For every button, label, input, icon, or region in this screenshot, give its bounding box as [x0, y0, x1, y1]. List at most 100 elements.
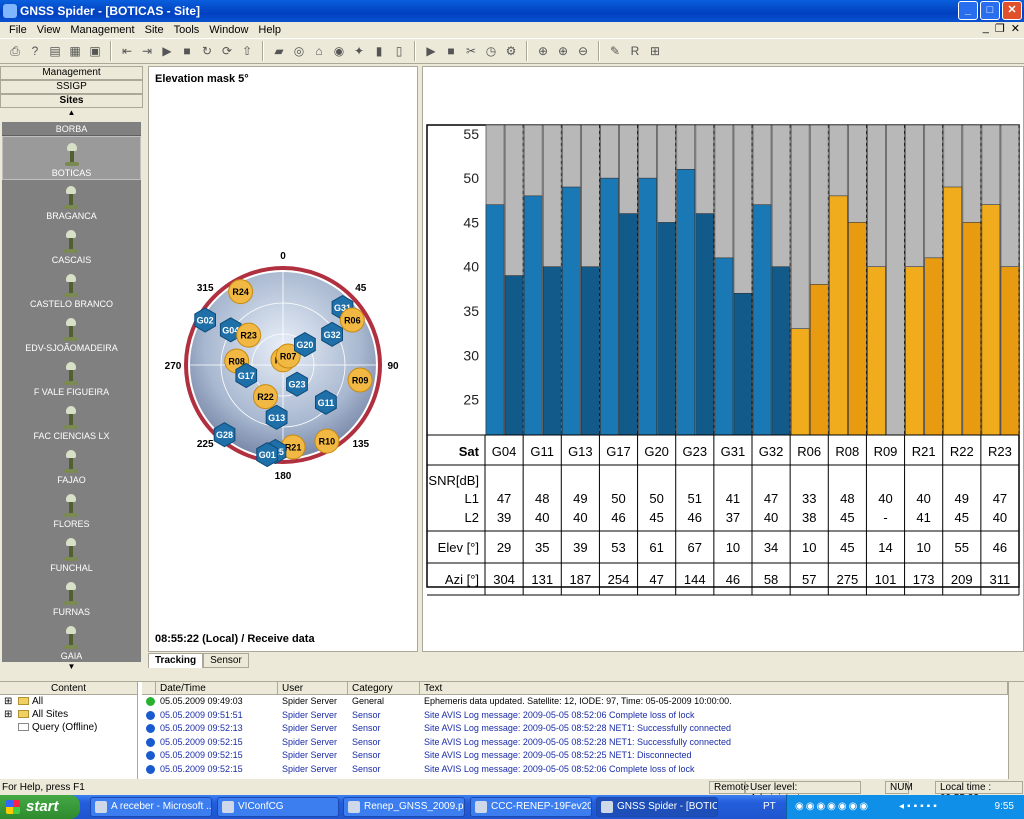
site-item[interactable]: BOTICAS	[2, 136, 141, 180]
battery-icon[interactable]: ▯	[390, 42, 408, 60]
tray-icons[interactable]: ◂▪▪▪▪▪	[899, 795, 940, 819]
column-header[interactable]: Text	[420, 682, 1008, 694]
zoom-out-icon[interactable]: ⊖	[574, 42, 592, 60]
folder-icon[interactable]: ▰	[270, 42, 288, 60]
gear-icon[interactable]: ⚙	[502, 42, 520, 60]
site-item[interactable]: BORBA	[2, 122, 141, 136]
globe-icon[interactable]: ◉	[330, 42, 348, 60]
zoom-in-icon[interactable]: ⊕	[554, 42, 572, 60]
antenna-icon[interactable]: ⌂	[310, 42, 328, 60]
log-row[interactable]: 05.05.2009 09:52:15 Spider Server Sensor Si…	[142, 736, 1008, 750]
site-item[interactable]: FLORES	[2, 488, 141, 532]
start-button[interactable]: start	[0, 795, 80, 819]
book-icon[interactable]: ▤	[46, 42, 64, 60]
log-category: Sensor	[352, 723, 381, 733]
log-datetime: 05.05.2009 09:49:03	[160, 696, 243, 706]
azimuth-value: 47	[649, 572, 663, 587]
delete-icon[interactable]: ▣	[86, 42, 104, 60]
minimize-button[interactable]: _	[958, 1, 978, 20]
taskbar-item[interactable]: Renep_GNSS_2009.ppt	[343, 797, 465, 817]
clock-icon[interactable]: ◷	[482, 42, 500, 60]
mdi-minimize-icon[interactable]: _	[983, 22, 989, 35]
menu-management[interactable]: Management	[65, 24, 139, 36]
category-ssigp[interactable]: SSIGP	[0, 80, 143, 94]
log-scrollbar[interactable]	[1008, 682, 1024, 779]
expand-icon[interactable]: ⊞	[4, 708, 12, 721]
tab-tracking[interactable]: Tracking	[148, 653, 204, 668]
column-header[interactable]: User	[278, 682, 348, 694]
help-icon[interactable]: ?	[26, 42, 44, 60]
log-text: Site AVIS Log message: 2009-05-05 08:52:…	[424, 709, 695, 720]
zoom-icon[interactable]: ⊕	[534, 42, 552, 60]
language-indicator[interactable]: PT	[763, 795, 776, 819]
scroll-up-arrow-icon[interactable]: ▲	[0, 108, 143, 118]
mdi-restore-icon[interactable]: ❐	[995, 22, 1005, 35]
close-button[interactable]: ✕	[1002, 1, 1022, 20]
site-item[interactable]: EDV-SJOÃOMADEIRA	[2, 312, 141, 356]
site-item[interactable]: CASCAIS	[2, 224, 141, 268]
mdi-close-icon[interactable]: ✕	[1011, 22, 1020, 35]
play-icon[interactable]: ▶	[158, 42, 176, 60]
direction-label: 180	[275, 471, 292, 482]
taskbar-item[interactable]: VIConfCG	[217, 797, 339, 817]
log-row[interactable]: 05.05.2009 09:49:03 Spider Server General E…	[142, 695, 1008, 709]
tree-item-all[interactable]: ⊞ All	[0, 695, 137, 708]
scroll-down-arrow-icon[interactable]: ▼	[0, 662, 143, 672]
disconnect-icon[interactable]: ⇥	[138, 42, 156, 60]
site-item[interactable]: F VALE FIGUEIRA	[2, 356, 141, 400]
log-row[interactable]: 05.05.2009 09:51:51 Spider Server Sensor Si…	[142, 709, 1008, 723]
export-icon[interactable]: ▦	[66, 42, 84, 60]
print-icon[interactable]: ⎙	[6, 42, 24, 60]
database-icon[interactable]: ◎	[290, 42, 308, 60]
stop-icon[interactable]: ■	[178, 42, 196, 60]
connect-icon[interactable]: ⇤	[118, 42, 136, 60]
l2-value: 41	[916, 510, 930, 525]
l1-value: 49	[955, 491, 969, 506]
site-item[interactable]: FAJAO	[2, 444, 141, 488]
log-row[interactable]: 05.05.2009 09:52:15 Spider Server Sensor Si…	[142, 749, 1008, 763]
l2-bar	[695, 213, 715, 436]
category-sites[interactable]: Sites	[0, 94, 143, 108]
menu-help[interactable]: Help	[253, 24, 286, 36]
site-item[interactable]: CASTELO BRANCO	[2, 268, 141, 312]
taskbar-item-active[interactable]: GNSS Spider - [BOTIC...	[596, 797, 718, 817]
menu-view[interactable]: View	[32, 24, 66, 36]
satellite-icon[interactable]: ✦	[350, 42, 368, 60]
site-item[interactable]: GAIA	[2, 620, 141, 662]
category-management[interactable]: Management	[0, 66, 143, 80]
column-header[interactable]: Date/Time	[156, 682, 278, 694]
tab-sensor[interactable]: Sensor	[203, 653, 249, 668]
menu-window[interactable]: Window	[204, 24, 253, 36]
site-item[interactable]: BRAGANCA	[2, 180, 141, 224]
menu-site[interactable]: Site	[140, 24, 169, 36]
tree-item-query[interactable]: Query (Offline)	[0, 721, 137, 734]
satellite-label: R21	[285, 443, 302, 453]
run-icon[interactable]: ▶	[422, 42, 440, 60]
sync-icon[interactable]: ⟳	[218, 42, 236, 60]
elevation-value: 67	[688, 540, 702, 555]
azimuth-value: 187	[570, 572, 592, 587]
tree-item-all-sites[interactable]: ⊞ All Sites	[0, 708, 137, 721]
menu-tools[interactable]: Tools	[169, 24, 205, 36]
menu-file[interactable]: File	[4, 24, 32, 36]
report-icon[interactable]: R	[626, 42, 644, 60]
cylinder-icon[interactable]: ▮	[370, 42, 388, 60]
refresh-icon[interactable]: ↻	[198, 42, 216, 60]
log-row[interactable]: 05.05.2009 09:52:13 Spider Server Sensor Si…	[142, 722, 1008, 736]
wand-icon[interactable]: ✎	[606, 42, 624, 60]
taskbar-item[interactable]: CCC-RENEP-19Fev20...	[470, 797, 592, 817]
column-header[interactable]: Category	[348, 682, 420, 694]
maximize-button[interactable]: □	[980, 1, 1000, 20]
site-item[interactable]: FAC CIENCIAS LX	[2, 400, 141, 444]
upload-icon[interactable]: ⇧	[238, 42, 256, 60]
tools-icon[interactable]: ✂	[462, 42, 480, 60]
taskbar-item[interactable]: A receber - Microsoft ...	[90, 797, 212, 817]
halt-icon[interactable]: ■	[442, 42, 460, 60]
site-item[interactable]: FUNCHAL	[2, 532, 141, 576]
log-row[interactable]: 05.05.2009 09:52:15 Spider Server Sensor Si…	[142, 763, 1008, 777]
expand-icon[interactable]: ⊞	[4, 695, 12, 708]
network-icon[interactable]: ⊞	[646, 42, 664, 60]
media-controls-icon[interactable]: ◉◉◉◉◉◉◉	[795, 795, 870, 819]
site-item[interactable]: FURNAS	[2, 576, 141, 620]
local-time: Local time : 09:55:22	[935, 781, 1023, 804]
